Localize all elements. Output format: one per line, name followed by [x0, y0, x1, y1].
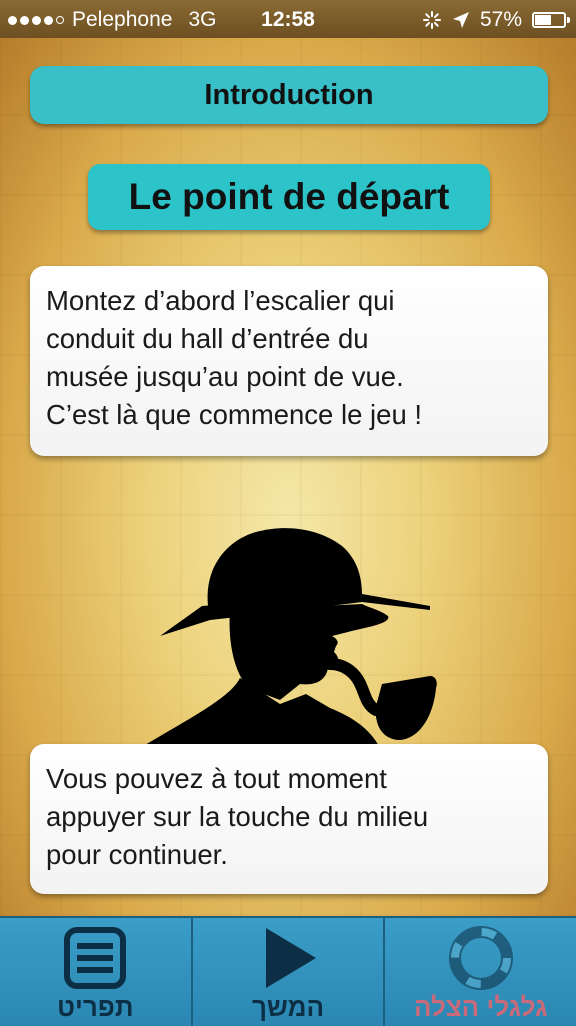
instruction-line: musée jusqu’au point de vue. — [46, 361, 404, 392]
carrier-name: Pelephone — [72, 8, 173, 31]
signal-strength-icon — [8, 15, 64, 25]
lifebuoy-label: גלגלי הצלה — [413, 992, 548, 1022]
network-type: 3G — [188, 8, 217, 31]
continue-button[interactable]: המשך — [190, 918, 384, 1026]
menu-label: תפריט — [57, 992, 134, 1022]
battery-percent: 57% — [479, 8, 522, 31]
menu-list-icon — [64, 927, 127, 989]
battery-icon — [532, 12, 570, 28]
activity-spinner-icon — [422, 11, 441, 29]
hint-line: appuyer sur la touche du milieu — [46, 801, 429, 832]
lifebuoy-button[interactable]: גלגלי הצלה — [383, 918, 576, 1026]
status-left: Pelephone 3G — [8, 8, 216, 32]
main-content: Introduction Le point de départ Montez d… — [0, 38, 576, 916]
status-right: 57% — [422, 8, 570, 32]
continue-label: המשך — [251, 992, 325, 1022]
bottom-toolbar: תפריט המשך גלגלי הצלה — [0, 916, 576, 1026]
instruction-card: Montez d’abord l’escalier qui conduit du… — [30, 266, 548, 456]
instruction-line: conduit du hall d’entrée du — [46, 323, 369, 354]
instruction-line: Montez d’abord l’escalier qui — [46, 285, 395, 316]
lifebuoy-icon — [448, 926, 513, 990]
hint-line: pour continuer. — [46, 839, 228, 870]
status-bar: Pelephone 3G 12:58 57% — [0, 0, 576, 38]
page-title: Le point de départ — [88, 164, 490, 230]
location-arrow-icon — [452, 12, 469, 28]
menu-button[interactable]: תפריט — [0, 918, 191, 1026]
instruction-line: C’est là que commence le jeu ! — [46, 399, 423, 430]
detective-silhouette-image — [140, 528, 437, 748]
section-header: Introduction — [30, 66, 548, 124]
hint-card: Vous pouvez à tout moment appuyer sur la… — [30, 744, 548, 894]
hint-line: Vous pouvez à tout moment — [46, 763, 387, 794]
play-icon — [266, 928, 316, 988]
